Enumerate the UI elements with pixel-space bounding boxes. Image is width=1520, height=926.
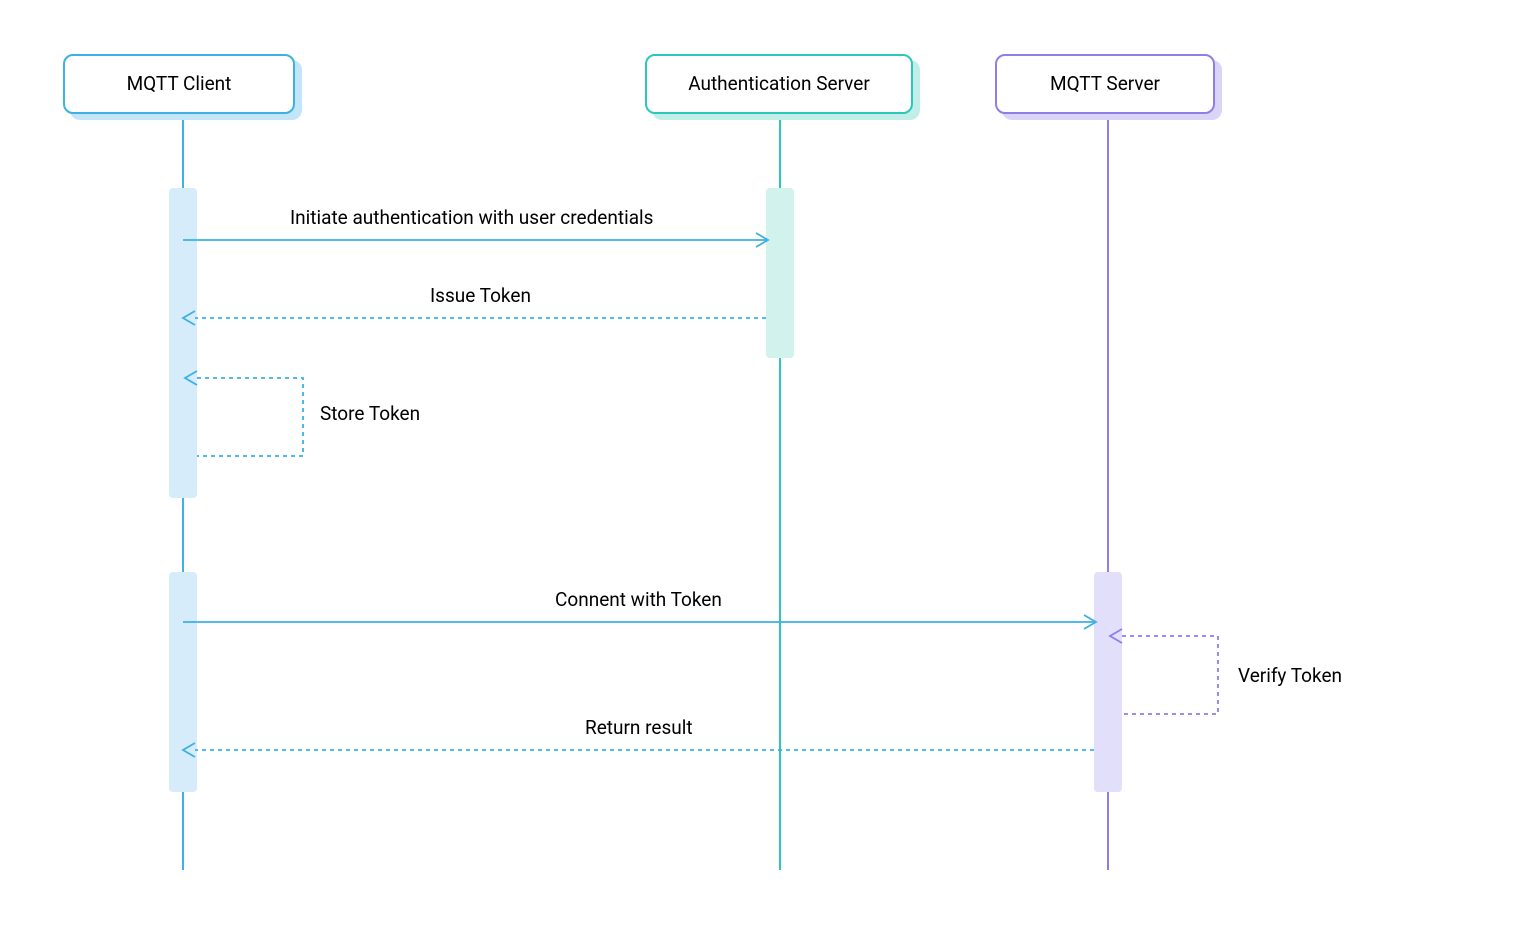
message-label-initiate-auth: Initiate authentication with user creden… xyxy=(290,206,653,229)
activation-auth-1 xyxy=(766,188,794,358)
message-label-store-token: Store Token xyxy=(320,402,420,425)
participant-client-label: MQTT Client xyxy=(127,72,232,95)
participant-client: MQTT Client xyxy=(63,54,295,114)
message-arrow-connect-token xyxy=(183,612,1108,632)
message-label-verify-token: Verify Token xyxy=(1238,664,1342,687)
message-label-issue-token: Issue Token xyxy=(430,284,531,307)
participant-auth: Authentication Server xyxy=(645,54,913,114)
message-arrow-initiate-auth xyxy=(183,230,780,250)
participant-server: MQTT Server xyxy=(995,54,1215,114)
message-arrow-return-result xyxy=(183,740,1108,760)
message-arrow-verify-token xyxy=(1108,636,1238,726)
message-arrow-issue-token xyxy=(183,308,780,328)
message-arrow-store-token xyxy=(183,378,323,468)
participant-auth-label: Authentication Server xyxy=(688,72,870,95)
message-label-return-result: Return result xyxy=(585,716,693,739)
message-label-connect-token: Connent with Token xyxy=(555,588,722,611)
participant-server-label: MQTT Server xyxy=(1050,72,1160,95)
